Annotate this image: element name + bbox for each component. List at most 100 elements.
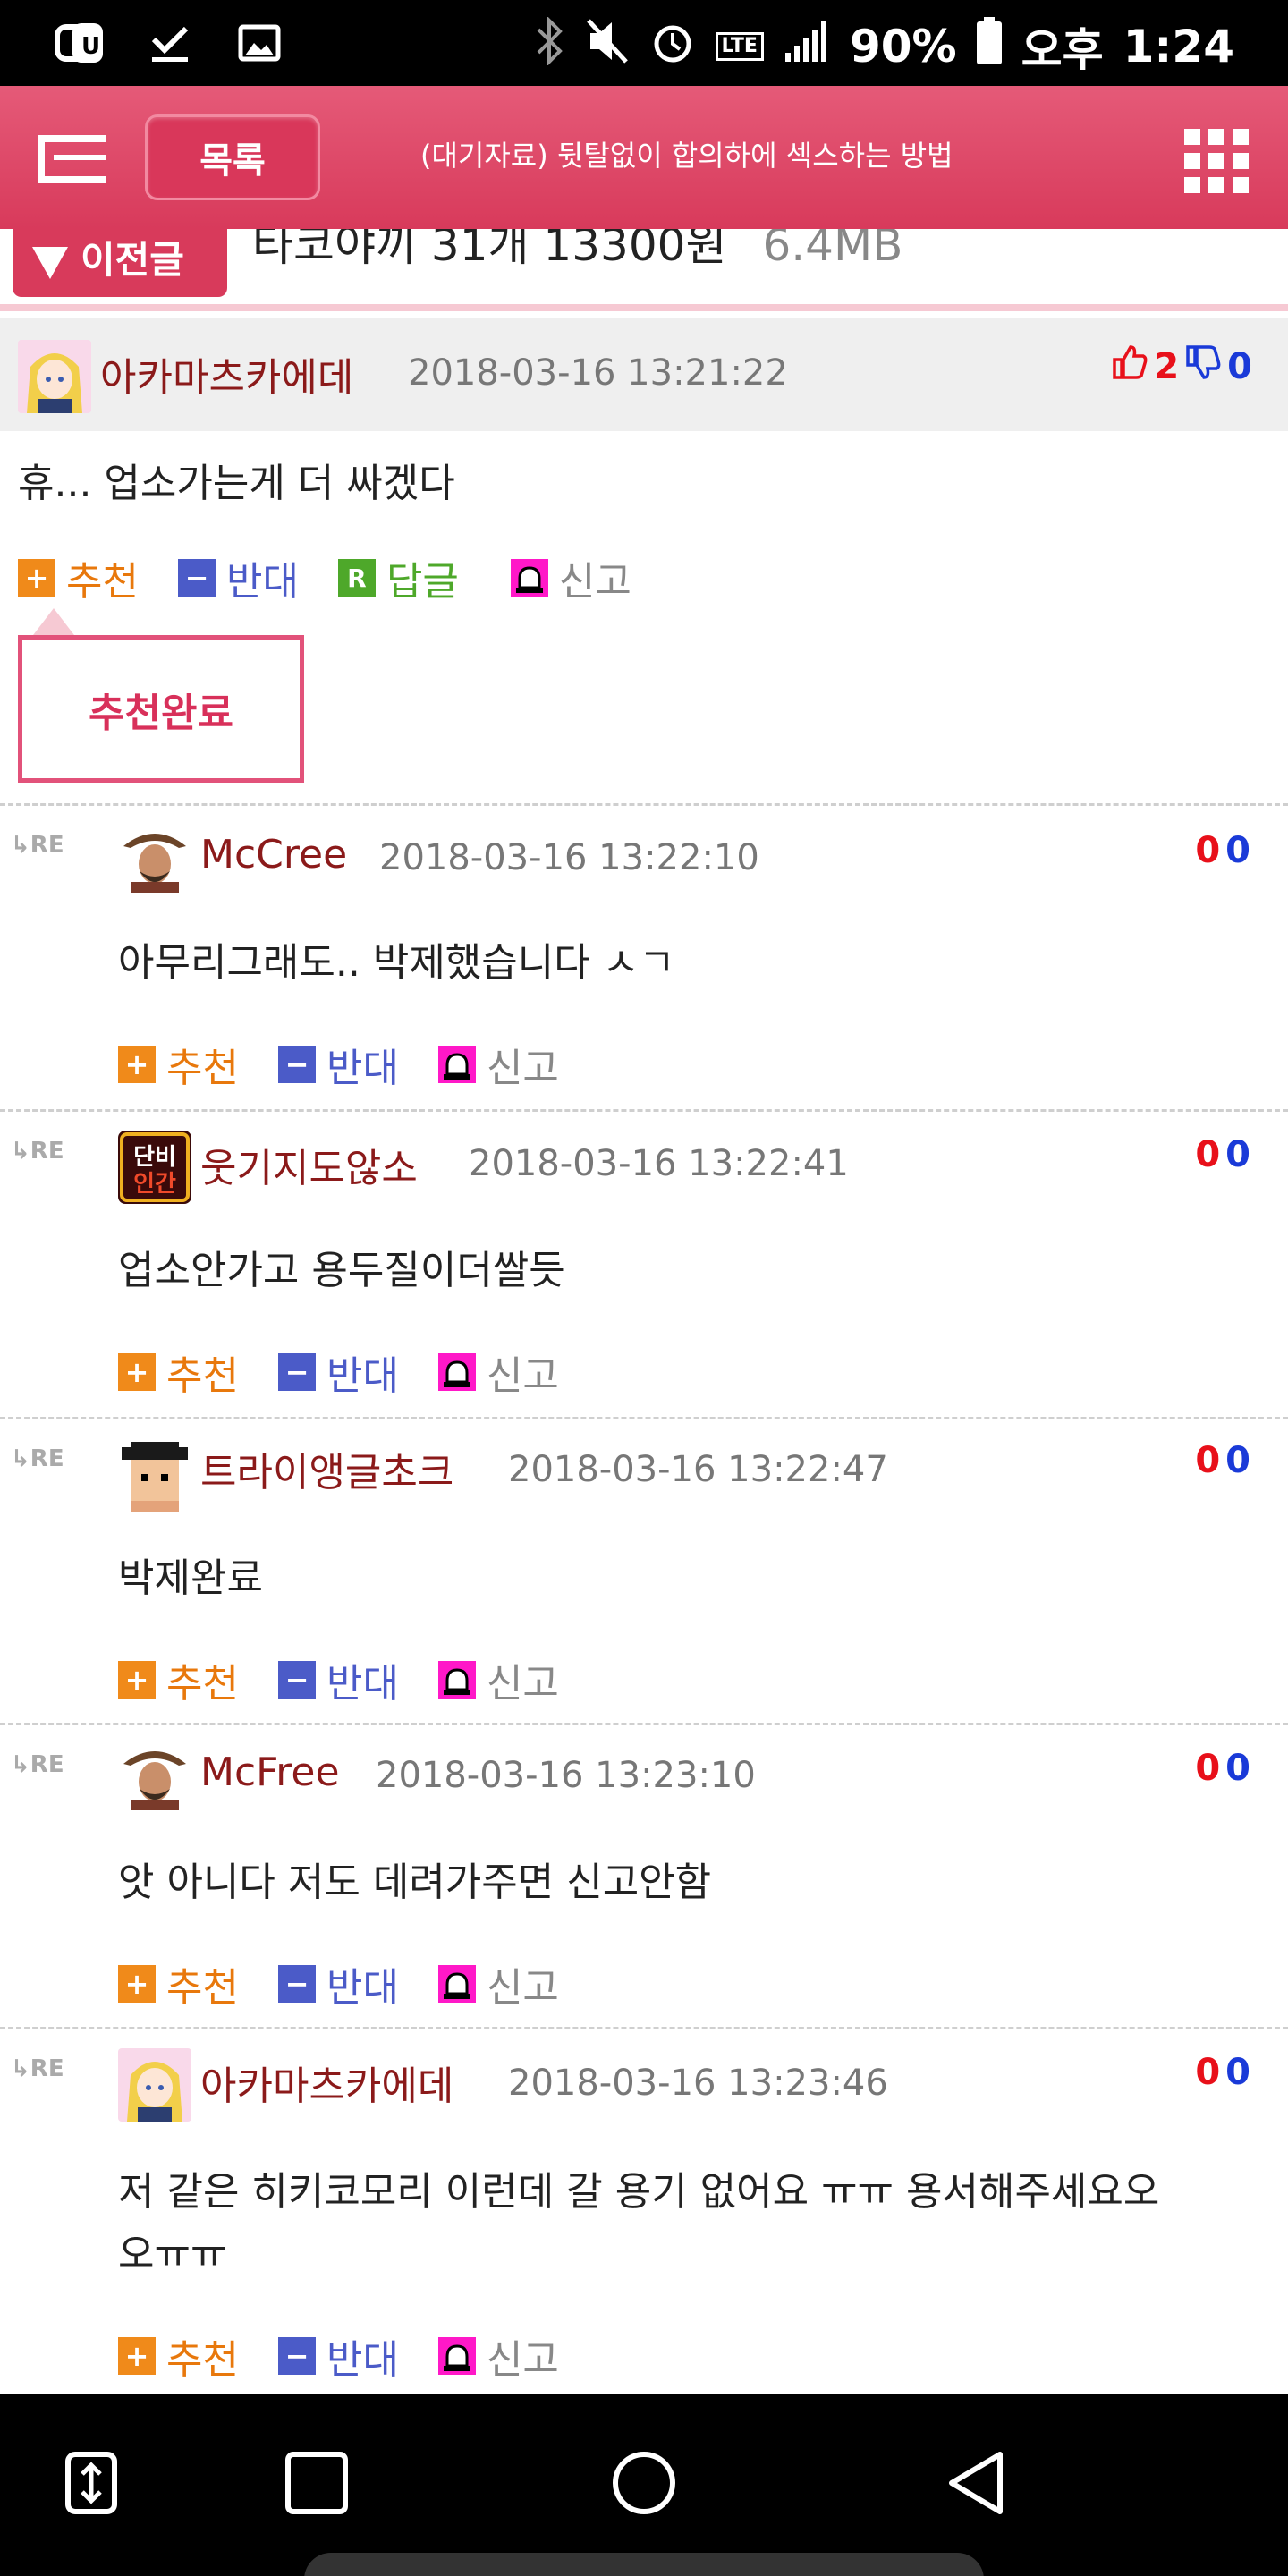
reply-date: 2018-03-16 13:22:41 <box>469 1143 849 1184</box>
comment-separator <box>0 803 1288 806</box>
report-button[interactable]: 신고 <box>437 2327 559 2385</box>
dislike-count: 0 <box>1225 830 1250 871</box>
siren-icon <box>437 2337 476 2375</box>
minus-icon: − <box>277 1353 316 1391</box>
clock-time: 1:24 <box>1123 21 1234 72</box>
dislike-count: 0 <box>1225 1134 1250 1175</box>
reply-author[interactable]: 웃기지도않소 <box>200 1136 418 1193</box>
home-icon[interactable] <box>608 2447 680 2519</box>
svg-text:인간: 인간 <box>133 1171 176 1198</box>
report-label: 신고 <box>486 1965 559 2011</box>
alarm-icon <box>649 17 696 76</box>
reply-indicator-icon: ↳RE <box>11 1751 64 1778</box>
oppose-button[interactable]: − 반대 <box>277 2327 399 2385</box>
recommend-label: 추천 <box>166 1965 239 2011</box>
oppose-button[interactable]: − 반대 <box>177 549 299 606</box>
previous-post-bar[interactable]: 이전글 타코야끼 31개 13300원 6.4MB <box>0 229 1288 311</box>
oppose-button[interactable]: − 반대 <box>277 1343 399 1401</box>
list-button[interactable]: 목록 <box>145 114 320 200</box>
recommend-button[interactable]: + 추천 <box>118 1343 239 1401</box>
siren-icon <box>437 1353 476 1391</box>
oppose-button[interactable]: − 반대 <box>277 1651 399 1708</box>
time-ampm: 오후 <box>1021 24 1104 76</box>
plus-icon: + <box>118 1965 156 2003</box>
report-button[interactable]: 신고 <box>437 1651 559 1708</box>
svg-text:U: U <box>81 33 100 60</box>
recommend-label: 추천 <box>166 1046 239 1091</box>
reply-body: 저 같은 히키코모리 이런데 갈 용기 없어요 ㅠㅠ 용서해주세요오 오ㅠㅠ <box>118 2161 1245 2286</box>
reply-date: 2018-03-16 13:22:47 <box>508 1449 888 1490</box>
previous-post-button-label: 이전글 <box>80 238 184 282</box>
menu-icon[interactable] <box>38 135 106 183</box>
report-button[interactable]: 신고 <box>437 1036 559 1093</box>
siren-icon <box>437 1046 476 1083</box>
oppose-label: 반대 <box>326 1965 399 2011</box>
reply-indicator-icon: ↳RE <box>11 1138 64 1165</box>
minus-icon: − <box>277 1965 316 2003</box>
reply-indicator-icon: ↳RE <box>11 832 64 859</box>
avatar <box>118 1737 191 1810</box>
oppose-button[interactable]: − 반대 <box>277 1955 399 2012</box>
reply-body-line: 오ㅠㅠ <box>118 2232 227 2277</box>
report-button[interactable]: 신고 <box>510 549 631 606</box>
post-title: (대기자료) 뒷탈없이 합의하에 섹스하는 방법 <box>420 139 953 173</box>
comment-actions: + 추천 − 반대 R 답글 신고 <box>18 549 671 606</box>
avatar <box>118 2048 191 2122</box>
back-icon[interactable] <box>941 2447 1013 2519</box>
bluetooth-icon <box>533 16 565 76</box>
oppose-button[interactable]: − 반대 <box>277 1036 399 1093</box>
oppose-label: 반대 <box>326 1661 399 1707</box>
minus-icon: − <box>177 559 216 597</box>
vote-counts: 2 0 <box>1111 343 1252 390</box>
reply-body: 업소안가고 용두질이더쌀듯 <box>118 1248 565 1293</box>
reply-author[interactable]: 아카마츠카에데 <box>200 2054 453 2111</box>
like-count: 0 <box>1195 1748 1221 1789</box>
reply-r-icon: R <box>337 559 376 597</box>
siren-icon <box>437 1661 476 1699</box>
reply-vote-counts: 0 0 <box>1195 2052 1250 2093</box>
reply-author[interactable]: 트라이앵글초크 <box>200 1440 453 1497</box>
grid-menu-icon[interactable] <box>1184 129 1249 193</box>
oppose-label: 반대 <box>326 1046 399 1091</box>
recommend-button[interactable]: + 추천 <box>118 2327 239 2385</box>
reply-author[interactable]: McCree <box>200 832 347 877</box>
lte-icon: LTE <box>715 32 764 61</box>
dislike-count: 0 <box>1225 1748 1250 1789</box>
report-label: 신고 <box>486 1046 559 1091</box>
recent-apps-icon[interactable] <box>281 2447 352 2519</box>
report-button[interactable]: 신고 <box>437 1955 559 2012</box>
thumbs-up-icon <box>1111 343 1148 390</box>
previous-post-size: 6.4MB <box>762 229 903 271</box>
recommend-button[interactable]: + 추천 <box>118 1955 239 2012</box>
recommend-button[interactable]: + 추천 <box>18 549 139 606</box>
reply-button[interactable]: R 답글 <box>337 549 459 606</box>
recommend-button[interactable]: + 추천 <box>118 1036 239 1093</box>
recommend-label: 추천 <box>166 2337 239 2383</box>
reply-actions: + 추천 − 반대 신고 <box>118 1651 598 1708</box>
comment-separator <box>0 1723 1288 1725</box>
siren-icon <box>510 559 548 597</box>
previous-post-title[interactable]: 타코야끼 31개 13300원 6.4MB <box>252 229 902 274</box>
swap-icon[interactable] <box>55 2447 127 2519</box>
avatar: 단비 인간 <box>118 1131 191 1204</box>
like-count: 2 <box>1154 346 1180 387</box>
reply-actions: + 추천 − 반대 신고 <box>118 1036 598 1093</box>
checkmark-notification-icon <box>143 16 197 70</box>
app-notification-icon: U <box>54 16 107 70</box>
previous-post-button[interactable]: 이전글 <box>13 229 227 297</box>
plus-icon: + <box>118 1353 156 1391</box>
thumbs-down-icon <box>1184 343 1222 390</box>
reply-label: 답글 <box>386 559 459 605</box>
reply-vote-counts: 0 0 <box>1195 1748 1250 1789</box>
main-comment-header: 아카마츠카에데 2018-03-16 13:21:22 2 0 <box>0 318 1288 431</box>
image-notification-icon <box>233 16 286 70</box>
report-button[interactable]: 신고 <box>437 1343 559 1401</box>
avatar <box>18 340 91 413</box>
reply-author[interactable]: McFree <box>200 1750 340 1795</box>
recommend-button[interactable]: + 추천 <box>118 1651 239 1708</box>
comment-author[interactable]: 아카마츠카에데 <box>100 345 353 402</box>
battery-percent: 90% <box>849 21 957 72</box>
dislike-count: 0 <box>1225 2052 1250 2093</box>
oppose-label: 반대 <box>326 2337 399 2383</box>
avatar <box>118 819 191 893</box>
